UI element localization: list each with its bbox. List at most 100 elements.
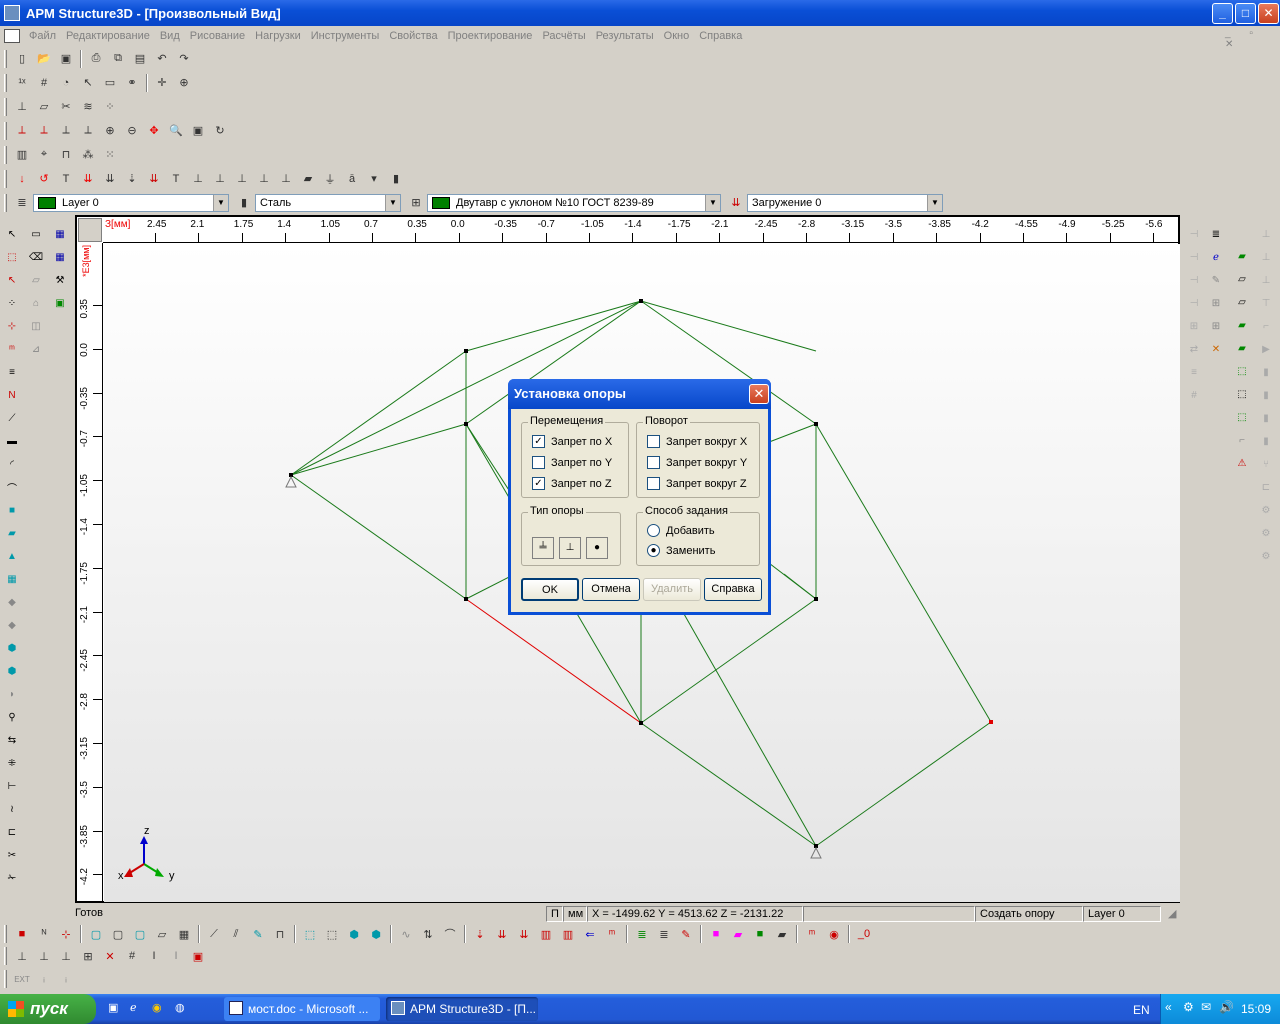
lock-ry-checkbox[interactable]: Запрет вокруг Y [647, 456, 747, 469]
image-icon[interactable]: ▭ [26, 224, 46, 245]
slab2-icon[interactable]: ▱ [1232, 269, 1252, 290]
toolbar-grip[interactable] [4, 193, 7, 212]
text-size-icon[interactable]: ā [342, 169, 362, 189]
hinge-icon[interactable]: ⚲ [2, 707, 22, 728]
chevron-down-icon[interactable]: ▼ [385, 194, 400, 211]
corner-icon[interactable]: ⊿ [26, 339, 46, 360]
box3d2-icon[interactable]: ⬚ [1232, 384, 1252, 405]
joint-icon[interactable]: ⌖ [34, 145, 54, 165]
layer-combo[interactable]: Layer 0 ▼ [33, 193, 229, 212]
quicklaunch-icon[interactable]: ▣ [108, 1001, 118, 1014]
toolbar-grip[interactable] [4, 925, 7, 943]
dropdown-arrow-icon[interactable]: ▾ [364, 169, 384, 189]
support-hinge-icon[interactable]: ⊥ [232, 169, 252, 189]
checkbox-box[interactable] [647, 477, 660, 490]
solid-icon[interactable]: ◆ [2, 592, 22, 613]
section-show-icon[interactable]: ⊞ [78, 946, 98, 966]
line-load-icon[interactable]: ⇊ [100, 169, 120, 189]
toolbar-grip[interactable] [4, 121, 7, 140]
tray-arrow-icon[interactable]: « [1165, 1000, 1172, 1014]
hammer-icon[interactable]: ⚒ [50, 270, 70, 291]
pointer-icon[interactable]: ↖ [78, 73, 98, 93]
redo-icon[interactable]: ↷ [174, 49, 194, 69]
arch-view-icon[interactable]: ⌒ [440, 924, 460, 944]
checkbox-box[interactable] [647, 456, 660, 469]
block2-icon[interactable]: ▮ [1256, 385, 1276, 406]
new-icon[interactable]: ▯ [12, 49, 32, 69]
ok-button[interactable]: OK [521, 578, 579, 601]
flag-icon[interactable]: ▶ [1256, 339, 1276, 360]
arrows-icon[interactable]: ⇄ [1184, 339, 1204, 360]
ext-icon[interactable]: EXT [12, 969, 32, 989]
clamp-icon[interactable]: ⊏ [1256, 477, 1276, 498]
int-icon[interactable]: ᵢ [34, 969, 54, 989]
zero-line-icon[interactable]: _0 [854, 924, 874, 944]
lock-x-checkbox[interactable]: ✓ Запрет по X [532, 435, 612, 448]
pin3-icon[interactable]: ⊥ [1256, 270, 1276, 291]
mode-replace-radio[interactable]: ● Заменить [647, 544, 715, 557]
selected-member[interactable] [465, 598, 642, 724]
tee-icon[interactable]: ⊤ [1256, 293, 1276, 314]
int2-icon[interactable]: ᵢ [56, 969, 76, 989]
mass-icon[interactable]: ᵐ [2, 339, 22, 360]
magenta-square-icon[interactable]: ■ [706, 924, 726, 944]
hash-icon[interactable]: # [1184, 385, 1204, 406]
support-spring-icon[interactable]: ⊥ [276, 169, 296, 189]
toolbar-grip[interactable] [4, 970, 7, 988]
ie-icon[interactable]: ℯ [130, 1001, 137, 1014]
menu-window[interactable]: Окно [659, 30, 695, 42]
render-icon[interactable]: ◉ [824, 924, 844, 944]
toolbar-grip[interactable] [4, 947, 7, 965]
loading-icon[interactable]: ⇊ [726, 193, 746, 213]
plate-view-icon[interactable]: ▢ [86, 924, 106, 944]
beam-load-icon[interactable]: ⇊ [144, 169, 164, 189]
node-n-icon[interactable]: ᴺ [34, 924, 54, 944]
lines-icon[interactable]: ≡ [1184, 362, 1204, 383]
shell-icon[interactable]: ▰ [2, 523, 22, 544]
material-icon[interactable]: ▮ [234, 193, 254, 213]
select-icon[interactable]: ↖ [2, 224, 22, 245]
element-load-icon[interactable]: ⇣ [122, 169, 142, 189]
slab3-icon[interactable]: ▱ [1232, 292, 1252, 313]
paste-icon[interactable]: ▤ [130, 49, 150, 69]
column-icon[interactable]: ▥ [12, 145, 32, 165]
line-view-icon[interactable]: ⟋ [204, 924, 224, 944]
triangle-icon[interactable]: ▲ [2, 546, 22, 567]
mass-show-icon[interactable]: ᵐ [602, 924, 622, 944]
menu-draw[interactable]: Рисование [185, 30, 250, 42]
tray-icon-1[interactable]: ⚙ [1183, 1000, 1194, 1014]
rotate-z-icon[interactable]: ⟂ [56, 121, 76, 141]
grid2-icon[interactable]: ⊞ [1184, 316, 1204, 337]
menu-file[interactable]: Файл [24, 30, 61, 42]
task-apm[interactable]: APM Structure3D - [П... [386, 997, 538, 1021]
hatch-view-icon[interactable]: ⫽ [226, 924, 246, 944]
cross-icon[interactable]: ✕ [1206, 339, 1226, 360]
zoom-out-icon[interactable]: ⊖ [122, 121, 142, 141]
zigzag-icon[interactable]: ≀ [2, 799, 22, 820]
menu-results[interactable]: Результаты [591, 30, 659, 42]
rod-icon[interactable]: ⟋ [2, 408, 22, 429]
open-icon[interactable]: 📂 [34, 49, 54, 69]
help-button[interactable]: Справка [704, 578, 762, 601]
gear3-icon[interactable]: ⚙ [1256, 546, 1276, 567]
block-icon[interactable]: ▮ [1256, 362, 1276, 383]
window-icon[interactable]: ▣ [50, 293, 70, 314]
toolbar-grip[interactable] [4, 97, 7, 116]
erase-icon[interactable]: ⌫ [26, 247, 46, 268]
checkbox-box[interactable] [532, 456, 545, 469]
add2-icon[interactable]: ⊞ [1206, 316, 1226, 337]
load-show2-icon[interactable]: ⇊ [492, 924, 512, 944]
box-icon[interactable]: ▱ [34, 97, 54, 117]
arrow-left-icon[interactable]: ⇐ [580, 924, 600, 944]
select-nodes-icon[interactable]: ⁂ [78, 145, 98, 165]
support-set-icon[interactable]: ⏚ [320, 169, 340, 189]
orbit-icon[interactable]: ↻ [210, 121, 230, 141]
section-combo[interactable]: Двутавр с уклоном №10 ГОСТ 8239-89 ▼ [427, 193, 721, 212]
grid-view-icon[interactable]: ▦ [174, 924, 194, 944]
menu-design[interactable]: Проектирование [443, 30, 538, 42]
ruler-corner[interactable] [78, 218, 102, 242]
plane-icon[interactable]: ▱ [26, 270, 46, 291]
resize-grip-icon[interactable]: ◢ [1168, 907, 1176, 920]
tray-icon-2[interactable]: ✉ [1201, 1000, 1211, 1014]
lock-rz-checkbox[interactable]: Запрет вокруг Z [647, 477, 747, 490]
